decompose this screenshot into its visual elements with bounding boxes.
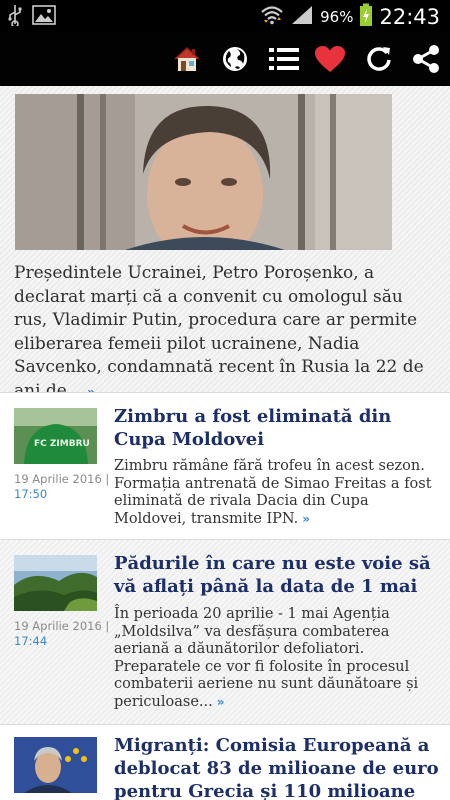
article-time: 17:50 — [14, 487, 48, 501]
article-excerpt: Zimbru rămâne fără trofeu în acest sezon… — [114, 458, 432, 527]
globe-icon[interactable] — [219, 43, 251, 75]
list-icon[interactable] — [268, 43, 300, 75]
article-thumbnail[interactable]: FC ZIMBRU — [14, 408, 97, 464]
app-toolbar — [0, 32, 450, 86]
list-item[interactable]: Migranți: Comisia Europeană a deblocat 8… — [0, 725, 450, 800]
article-date: 19 Aprilie 2016 | 17:44 — [14, 619, 110, 648]
article-title[interactable]: Pădurile în care nu este voie să vă afla… — [114, 552, 440, 598]
list-item[interactable]: FC ZIMBRU 19 Aprilie 2016 | 17:50 Zimbru… — [0, 393, 450, 539]
article-excerpt: În perioada 20 aprilie - 1 mai Agenția „… — [114, 606, 419, 710]
status-bar: 96% 22:43 — [0, 0, 450, 32]
article-title[interactable]: Zimbru a fost eliminată din Cupa Moldove… — [114, 405, 440, 451]
clock: 22:43 — [379, 5, 440, 29]
featured-article-image[interactable] — [15, 94, 392, 250]
heart-icon[interactable] — [314, 43, 346, 75]
signal-icon — [290, 4, 314, 30]
featured-article[interactable]: Președintele Ucrainei, Petro Poroșenko, … — [0, 86, 450, 401]
svg-text:FC ZIMBRU: FC ZIMBRU — [34, 439, 90, 449]
list-item[interactable]: 19 Aprilie 2016 | 17:44 Pădurile în care… — [0, 540, 450, 724]
article-title[interactable]: Migranți: Comisia Europeană a deblocat 8… — [114, 734, 440, 800]
read-more-arrow[interactable]: » — [217, 695, 225, 709]
home-icon[interactable] — [171, 43, 203, 75]
image-icon — [32, 4, 56, 30]
share-icon[interactable] — [410, 43, 442, 75]
article-date: 19 Aprilie 2016 | 17:50 — [14, 472, 110, 501]
wifi-icon — [260, 4, 284, 30]
article-thumbnail[interactable] — [14, 555, 97, 611]
read-more-arrow[interactable]: » — [302, 512, 310, 526]
refresh-icon[interactable] — [363, 43, 395, 75]
battery-percent: 96% — [320, 8, 354, 26]
news-feed[interactable]: Președintele Ucrainei, Petro Poroșenko, … — [0, 86, 450, 800]
article-thumbnail[interactable] — [14, 737, 97, 793]
featured-article-text: Președintele Ucrainei, Petro Poroșenko, … — [14, 263, 424, 401]
article-time: 17:44 — [14, 634, 48, 648]
battery-icon — [359, 3, 373, 31]
usb-icon — [8, 4, 22, 30]
